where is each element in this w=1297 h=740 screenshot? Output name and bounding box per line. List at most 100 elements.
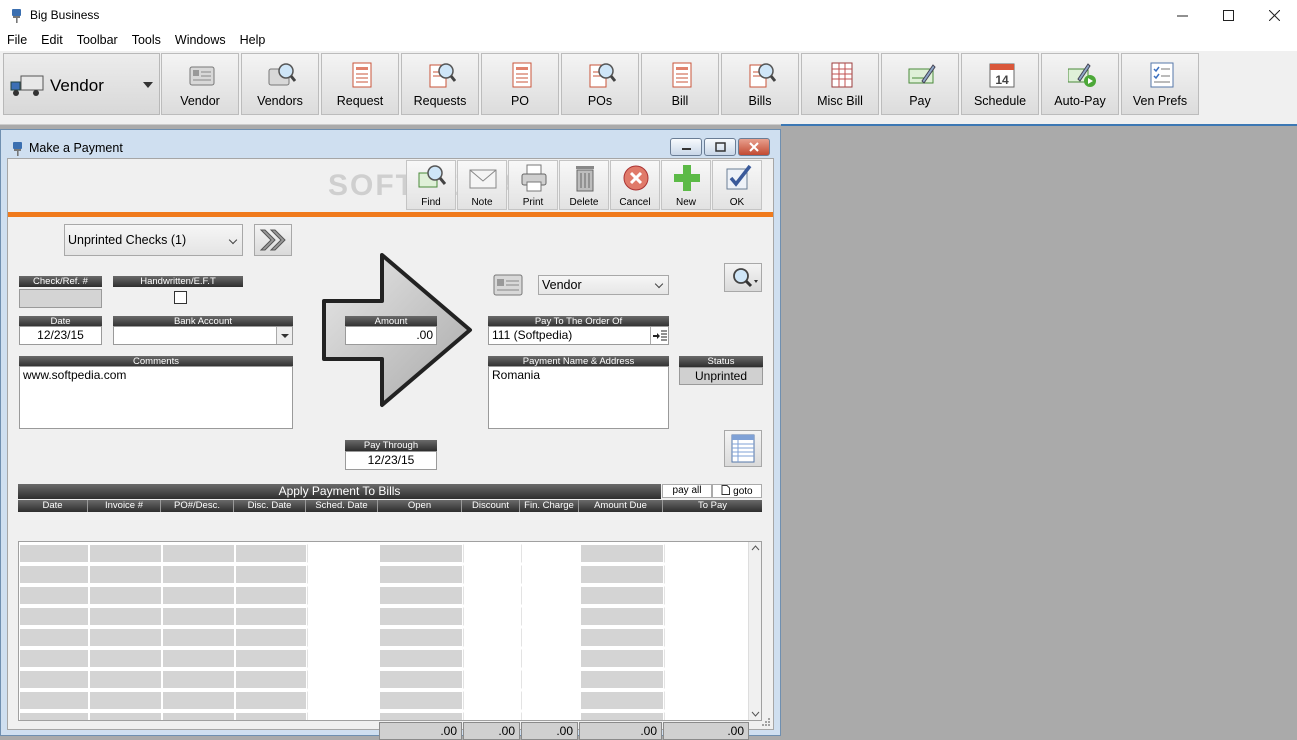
table-row[interactable]: [19, 670, 749, 691]
table-cell[interactable]: [521, 670, 580, 689]
table-cell[interactable]: [89, 670, 162, 689]
table-cell[interactable]: [162, 670, 235, 689]
delete-button[interactable]: Delete: [559, 160, 609, 210]
close-button[interactable]: [1251, 0, 1297, 31]
table-cell[interactable]: [463, 586, 521, 605]
pay-through-field[interactable]: 12/23/15: [345, 451, 437, 470]
table-cell[interactable]: [379, 691, 463, 710]
table-cell[interactable]: [379, 544, 463, 563]
table-cell[interactable]: [235, 670, 307, 689]
table-cell[interactable]: [89, 691, 162, 710]
date-field[interactable]: 12/23/15: [19, 326, 102, 345]
menu-edit[interactable]: Edit: [34, 31, 70, 51]
table-row[interactable]: [19, 628, 749, 649]
table-cell[interactable]: [379, 565, 463, 584]
bills-grid[interactable]: [18, 541, 762, 721]
payee-type-select[interactable]: Vendor: [538, 275, 669, 295]
amount-field[interactable]: .00: [345, 326, 437, 345]
table-cell[interactable]: [89, 544, 162, 563]
table-cell[interactable]: [580, 565, 664, 584]
table-cell[interactable]: [19, 670, 89, 689]
table-cell[interactable]: [162, 586, 235, 605]
table-cell[interactable]: [521, 586, 580, 605]
table-cell[interactable]: [463, 607, 521, 626]
ok-button[interactable]: OK: [712, 160, 762, 210]
table-cell[interactable]: [379, 649, 463, 668]
table-cell[interactable]: [235, 649, 307, 668]
toolbar-ven-prefs-button[interactable]: Ven Prefs: [1121, 53, 1199, 115]
table-cell[interactable]: [379, 586, 463, 605]
table-cell[interactable]: [89, 649, 162, 668]
toolbar-requests-button[interactable]: Requests: [401, 53, 479, 115]
table-cell[interactable]: [379, 628, 463, 647]
table-cell[interactable]: [19, 586, 89, 605]
menu-help[interactable]: Help: [233, 31, 273, 51]
table-cell[interactable]: [521, 691, 580, 710]
table-cell[interactable]: [521, 649, 580, 668]
table-cell[interactable]: [463, 544, 521, 563]
payee-search-button[interactable]: [724, 263, 762, 292]
table-row[interactable]: [19, 586, 749, 607]
table-cell[interactable]: [235, 544, 307, 563]
table-cell[interactable]: [19, 712, 89, 720]
table-row[interactable]: [19, 712, 749, 720]
table-cell[interactable]: [664, 649, 749, 668]
pay-to-field[interactable]: 111 (Softpedia): [488, 326, 669, 345]
table-cell[interactable]: [521, 544, 580, 563]
toolbar-schedule-button[interactable]: 14 Schedule: [961, 53, 1039, 115]
toolbar-vendors-button[interactable]: Vendors: [241, 53, 319, 115]
table-cell[interactable]: [521, 628, 580, 647]
toolbar-bill-button[interactable]: Bill: [641, 53, 719, 115]
toolbar-vendor-button[interactable]: Vendor: [161, 53, 239, 115]
table-cell[interactable]: [19, 565, 89, 584]
maximize-button[interactable]: [1205, 0, 1251, 31]
table-row[interactable]: [19, 649, 749, 670]
minimize-button[interactable]: [1159, 0, 1205, 31]
table-cell[interactable]: [162, 712, 235, 720]
table-row[interactable]: [19, 565, 749, 586]
table-cell[interactable]: [235, 565, 307, 584]
cancel-button[interactable]: Cancel: [610, 160, 660, 210]
register-button[interactable]: [724, 430, 762, 467]
table-cell[interactable]: [463, 691, 521, 710]
table-cell[interactable]: [463, 670, 521, 689]
toolbar-auto-pay-button[interactable]: Auto-Pay: [1041, 53, 1119, 115]
table-cell[interactable]: [19, 607, 89, 626]
table-cell[interactable]: [89, 712, 162, 720]
pay-to-lookup-button[interactable]: [650, 327, 668, 344]
menu-tools[interactable]: Tools: [125, 31, 168, 51]
table-cell[interactable]: [664, 712, 749, 720]
table-cell[interactable]: [463, 628, 521, 647]
table-cell[interactable]: [235, 607, 307, 626]
table-cell[interactable]: [307, 565, 379, 584]
table-row[interactable]: [19, 607, 749, 628]
table-cell[interactable]: [580, 544, 664, 563]
table-cell[interactable]: [89, 607, 162, 626]
handwritten-checkbox[interactable]: [174, 291, 187, 304]
table-cell[interactable]: [463, 565, 521, 584]
table-cell[interactable]: [162, 565, 235, 584]
bank-account-field[interactable]: [113, 326, 293, 345]
table-cell[interactable]: [664, 565, 749, 584]
table-cell[interactable]: [463, 649, 521, 668]
table-cell[interactable]: [19, 649, 89, 668]
table-row[interactable]: [19, 544, 749, 565]
table-cell[interactable]: [664, 670, 749, 689]
table-cell[interactable]: [307, 670, 379, 689]
comments-field[interactable]: www.softpedia.com: [19, 366, 293, 429]
table-cell[interactable]: [235, 691, 307, 710]
table-cell[interactable]: [580, 670, 664, 689]
table-cell[interactable]: [664, 628, 749, 647]
table-cell[interactable]: [664, 607, 749, 626]
table-cell[interactable]: [580, 691, 664, 710]
find-button[interactable]: Find: [406, 160, 456, 210]
table-cell[interactable]: [307, 691, 379, 710]
note-button[interactable]: Note: [457, 160, 507, 210]
next-check-button[interactable]: [254, 224, 292, 256]
menu-windows[interactable]: Windows: [168, 31, 233, 51]
table-cell[interactable]: [307, 544, 379, 563]
table-cell[interactable]: [235, 628, 307, 647]
table-cell[interactable]: [89, 628, 162, 647]
print-button[interactable]: Print: [508, 160, 558, 210]
toolbar-pay-button[interactable]: Pay: [881, 53, 959, 115]
